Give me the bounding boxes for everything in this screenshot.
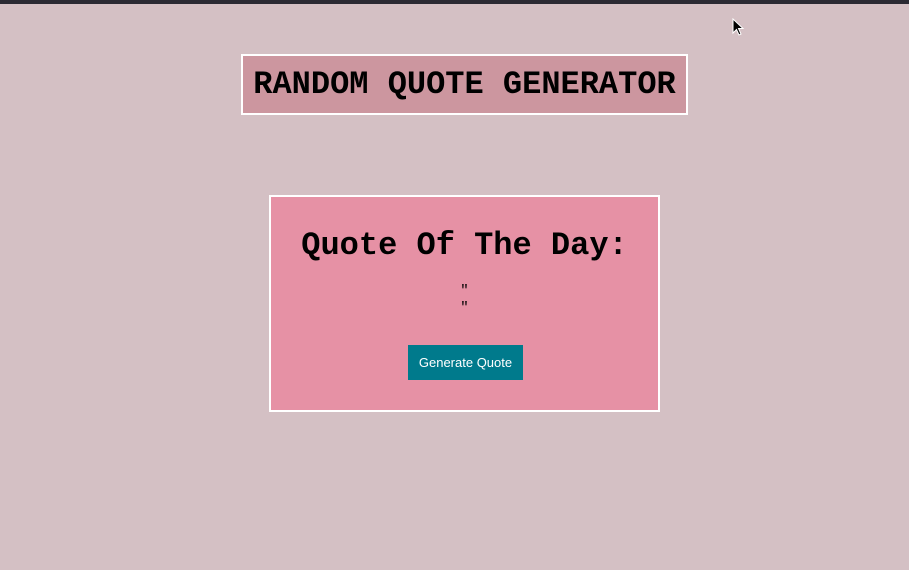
title-banner: RANDOM QUOTE GENERATOR [241, 54, 688, 115]
mouse-pointer-icon [732, 18, 745, 36]
quote-heading: Quote Of The Day: [301, 227, 628, 264]
generate-quote-button[interactable]: Generate Quote [408, 345, 523, 380]
open-quote-mark: " [460, 283, 469, 299]
quote-text: " " [271, 283, 658, 317]
browser-top-bar [0, 0, 909, 4]
page-title: RANDOM QUOTE GENERATOR [253, 66, 676, 103]
close-quote-mark: " [460, 300, 469, 316]
quote-card: Quote Of The Day: " " Generate Quote [269, 195, 660, 412]
